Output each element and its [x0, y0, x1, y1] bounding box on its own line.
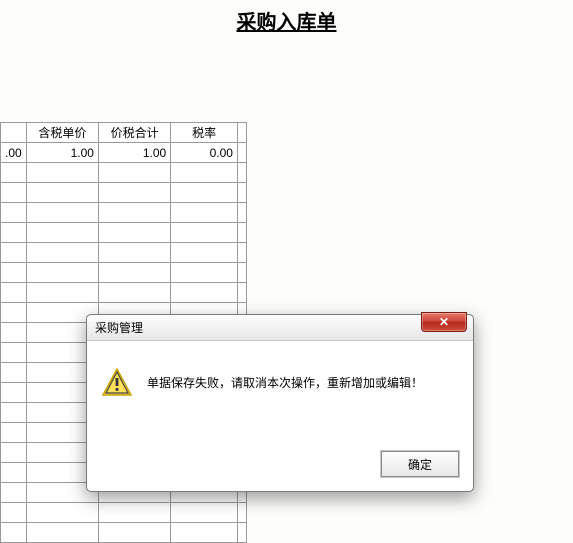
cell-unit-price[interactable]: 1.00 [26, 143, 98, 163]
col-tax-rate: 税率 [171, 123, 238, 143]
dialog-body: 单据保存失败，请取消本次操作，重新增加或编辑！ [87, 341, 473, 399]
table-row[interactable] [1, 503, 247, 523]
close-button[interactable]: ✕ [421, 312, 467, 332]
table-row[interactable] [1, 223, 247, 243]
table-row[interactable] [1, 183, 247, 203]
table-row[interactable] [1, 523, 247, 543]
page-title: 采购入库单 [0, 0, 573, 35]
table-row[interactable] [1, 283, 247, 303]
cell-tax-rate[interactable]: 0.00 [171, 143, 238, 163]
cell-total[interactable]: 1.00 [98, 143, 170, 163]
cell-partial[interactable]: .00 [1, 143, 27, 163]
error-dialog: 采购管理 ✕ 单据保存失败，请取消本次操作，重新增加或编辑！ 确定 [86, 314, 474, 492]
warning-icon [101, 367, 133, 399]
col-tail [237, 123, 246, 143]
table-row[interactable] [1, 203, 247, 223]
col-partial [1, 123, 27, 143]
dialog-titlebar[interactable]: 采购管理 ✕ [87, 315, 473, 341]
table-row[interactable] [1, 263, 247, 283]
dialog-title: 采购管理 [95, 319, 143, 336]
dialog-footer: 确定 [381, 451, 459, 477]
col-unit-price: 含税单价 [26, 123, 98, 143]
close-icon: ✕ [439, 315, 449, 329]
dialog-message: 单据保存失败，请取消本次操作，重新增加或编辑！ [147, 367, 423, 392]
cell-tail[interactable] [237, 143, 246, 163]
table-header-row: 含税单价 价税合计 税率 [1, 123, 247, 143]
table-row[interactable] [1, 243, 247, 263]
ok-button[interactable]: 确定 [381, 451, 459, 477]
table-row[interactable]: .00 1.00 1.00 0.00 [1, 143, 247, 163]
col-total: 价税合计 [98, 123, 170, 143]
table-row[interactable] [1, 163, 247, 183]
